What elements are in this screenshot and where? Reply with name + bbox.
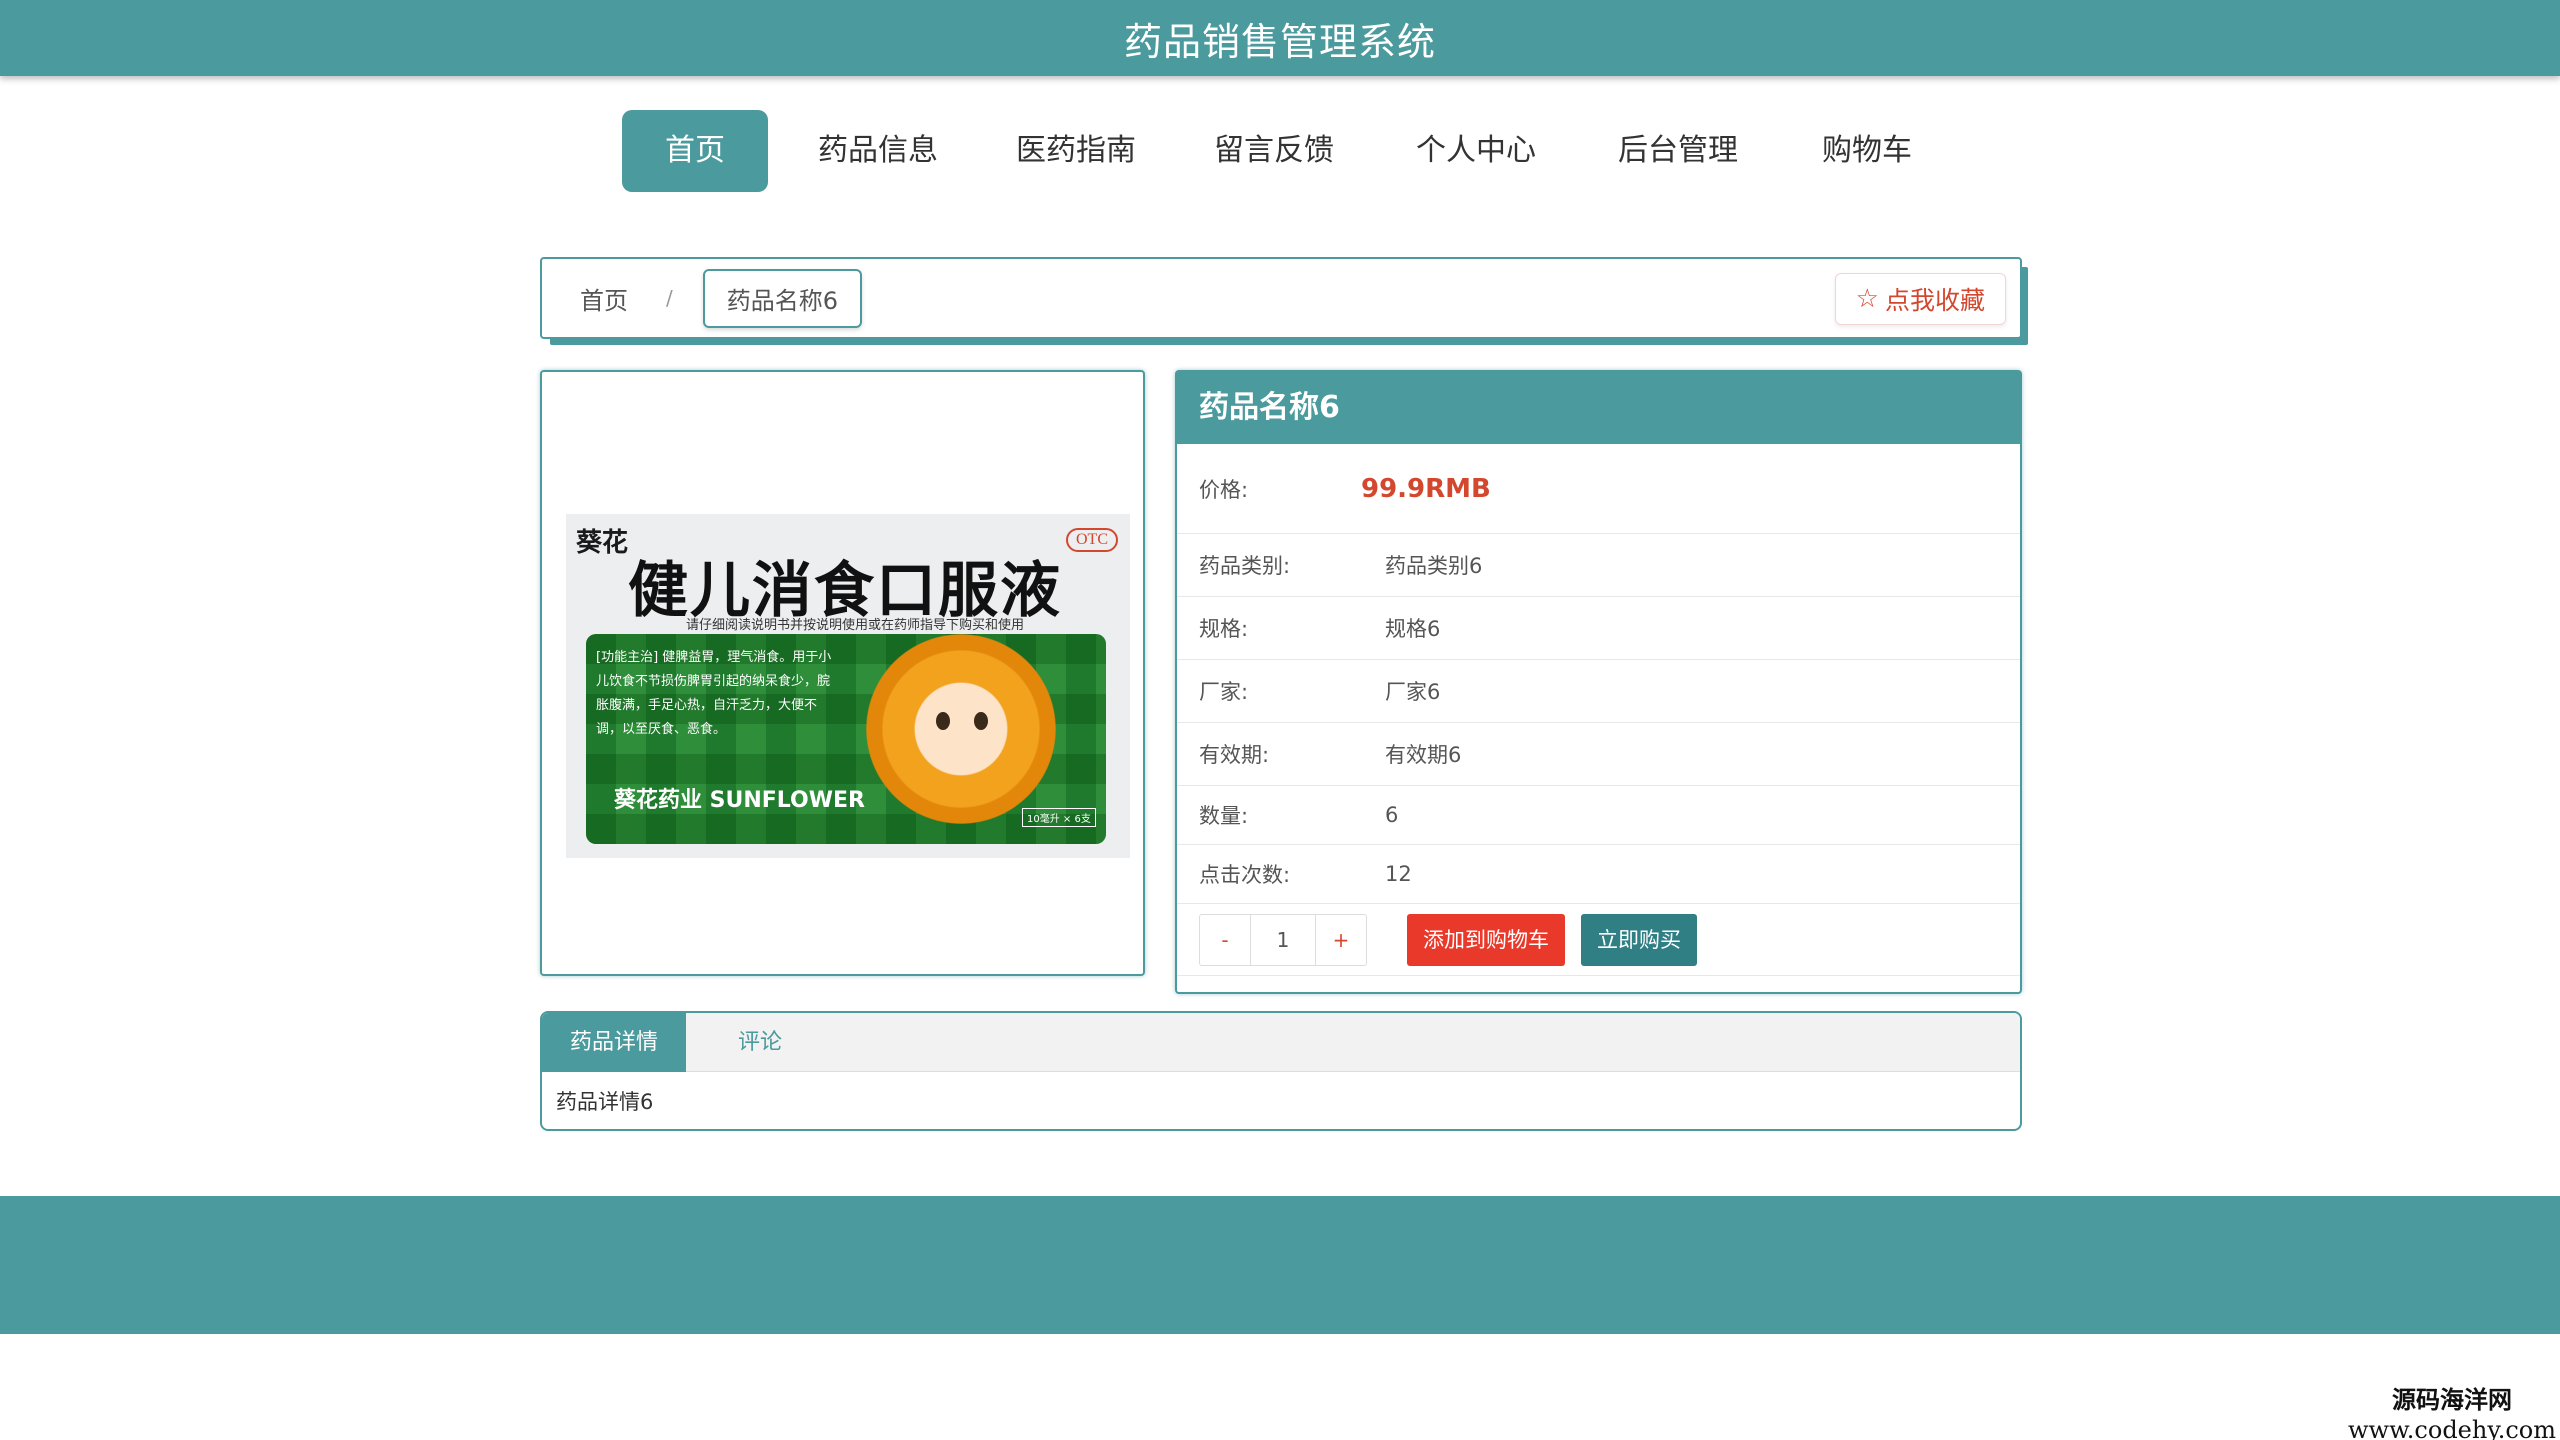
expiry-label: 有效期: — [1199, 743, 1270, 767]
watermark-line1: 源码海洋网 — [2392, 1385, 2512, 1414]
category-value: 药品类别6 — [1385, 554, 1483, 578]
spec-value: 规格6 — [1385, 617, 1441, 641]
nav-item-admin[interactable]: 后台管理 — [1568, 110, 1788, 192]
tab-bar: 药品详情 评论 — [542, 1013, 2020, 1072]
maker-label: 厂家: — [1199, 680, 1249, 704]
nav-item-drug-info[interactable]: 药品信息 — [768, 110, 988, 192]
star-outline-icon: ☆ — [1855, 284, 1879, 314]
product-image: 葵花 OTC 健儿消食口服液 请仔细阅读说明书并按说明使用或在药师指导下购买和使… — [566, 514, 1130, 858]
nav-item-feedback[interactable]: 留言反馈 — [1164, 110, 1384, 192]
tab-comments[interactable]: 评论 — [686, 1013, 834, 1072]
nav-item-home[interactable]: 首页 — [622, 110, 768, 192]
maker-row: 厂家: 厂家6 — [1177, 660, 2020, 723]
breadcrumb-separator: / — [666, 286, 673, 310]
sunflower-mascot-icon — [866, 634, 1056, 824]
product-title: 药品名称6 — [1177, 372, 2020, 444]
category-label: 药品类别: — [1199, 554, 1291, 578]
tab-drug-details[interactable]: 药品详情 — [542, 1013, 687, 1072]
main-nav: 首页 药品信息 医药指南 留言反馈 个人中心 后台管理 购物车 — [622, 110, 1946, 192]
product-brand: 葵花 — [576, 528, 629, 558]
purchase-actions: - 1 + 添加到购物车 立即购买 — [1177, 904, 2020, 976]
favorite-button-label: 点我收藏 — [1884, 286, 1985, 315]
price-row: 价格: 99.9RMB — [1177, 444, 2020, 534]
top-header-bar: 药品销售管理系统 — [0, 0, 2560, 76]
product-info-panel: 药品名称6 价格: 99.9RMB 药品类别: 药品类别6 规格: 规格6 厂家… — [1175, 370, 2022, 994]
tab-content: 药品详情6 — [556, 1090, 654, 1114]
quantity-row: 数量: 6 — [1177, 786, 2020, 845]
expiry-row: 有效期: 有效期6 — [1177, 723, 2020, 786]
clicks-label: 点击次数: — [1199, 863, 1291, 887]
nav-item-medical-guide[interactable]: 医药指南 — [988, 110, 1164, 192]
increase-button[interactable]: + — [1316, 915, 1366, 965]
price-value: 99.9RMB — [1361, 473, 1491, 504]
maker-value: 厂家6 — [1385, 680, 1441, 704]
quantity-input[interactable]: 1 — [1250, 915, 1316, 965]
otc-badge: OTC — [1066, 528, 1118, 552]
breadcrumb: 首页 / 药品名称6 ☆ 点我收藏 — [540, 257, 2022, 339]
detail-tabs: 药品详情 评论 药品详情6 — [540, 1011, 2022, 1131]
product-package-subtitle: 请仔细阅读说明书并按说明使用或在药师指导下购买和使用 — [686, 618, 1025, 633]
expiry-value: 有效期6 — [1385, 743, 1462, 767]
mascot-eye — [936, 712, 950, 730]
decrease-button[interactable]: - — [1200, 915, 1250, 965]
nav-item-personal-center[interactable]: 个人中心 — [1384, 110, 1568, 192]
watermark: 源码海洋网 www.codehy.com — [2348, 1385, 2556, 1440]
clicks-row: 点击次数: 12 — [1177, 845, 2020, 904]
add-to-cart-button[interactable]: 添加到购物车 — [1407, 914, 1565, 966]
site-title: 药品销售管理系统 — [1123, 19, 1436, 64]
footer-bar — [0, 1196, 2560, 1334]
manufacturer-logo: 葵花药业 SUNFLOWER — [614, 788, 865, 813]
product-function-text: [功能主治] 健脾益胃，理气消食。用于小儿饮食不节损伤脾胃引起的纳呆食少，脘胀腹… — [596, 650, 832, 737]
favorite-button[interactable]: ☆ 点我收藏 — [1834, 273, 2006, 325]
nav-item-cart[interactable]: 购物车 — [1788, 110, 1946, 192]
price-label: 价格: — [1199, 477, 1249, 502]
breadcrumb-current: 药品名称6 — [702, 268, 863, 328]
quantity-value: 6 — [1385, 803, 1399, 827]
package-spec: 10毫升 × 6支 — [1022, 808, 1096, 827]
watermark-line2: www.codehy.com — [2348, 1416, 2556, 1440]
breadcrumb-home-link[interactable]: 首页 — [580, 281, 628, 316]
quantity-label: 数量: — [1199, 804, 1249, 828]
clicks-value: 12 — [1385, 862, 1412, 886]
buy-now-button[interactable]: 立即购买 — [1581, 914, 1697, 966]
quantity-stepper: - 1 + — [1199, 914, 1367, 966]
category-row: 药品类别: 药品类别6 — [1177, 534, 2020, 597]
product-image-panel: 葵花 OTC 健儿消食口服液 请仔细阅读说明书并按说明使用或在药师指导下购买和使… — [540, 370, 1145, 976]
spec-label: 规格: — [1199, 617, 1249, 641]
spec-row: 规格: 规格6 — [1177, 597, 2020, 660]
mascot-eye — [974, 712, 988, 730]
